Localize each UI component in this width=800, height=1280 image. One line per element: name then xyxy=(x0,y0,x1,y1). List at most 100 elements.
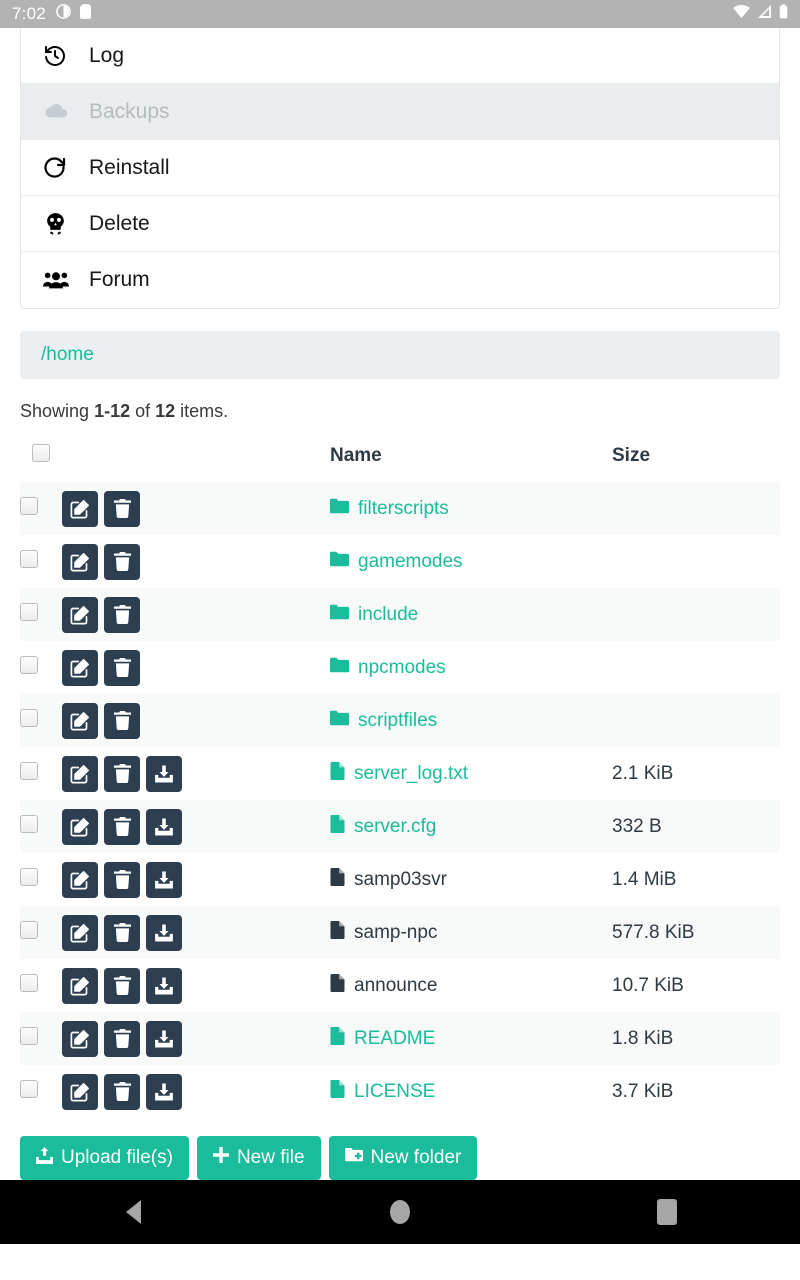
row-checkbox[interactable] xyxy=(20,497,38,515)
table-row[interactable]: npcmodes xyxy=(20,641,780,694)
row-select-cell xyxy=(20,800,62,853)
status-bar-clock: 7:02 xyxy=(12,4,46,23)
row-name-link[interactable]: gamemodes xyxy=(358,551,463,573)
home-button[interactable] xyxy=(360,1180,440,1244)
battery-icon xyxy=(779,4,788,24)
trash-icon[interactable] xyxy=(104,861,140,898)
download-icon[interactable] xyxy=(146,1073,182,1110)
refresh-icon xyxy=(43,156,77,180)
edit-icon[interactable] xyxy=(62,1020,98,1057)
table-row[interactable]: include xyxy=(20,588,780,641)
row-name-link[interactable]: samp03svr xyxy=(354,869,447,891)
row-select-cell xyxy=(20,588,62,641)
download-icon[interactable] xyxy=(146,861,182,898)
trash-icon[interactable] xyxy=(104,755,140,792)
trash-icon[interactable] xyxy=(104,1073,140,1110)
row-name-link[interactable]: filterscripts xyxy=(358,498,449,520)
row-actions-cell xyxy=(62,800,330,853)
row-checkbox[interactable] xyxy=(20,762,38,780)
row-name-link[interactable]: samp-npc xyxy=(354,922,437,944)
row-size-cell: 10.7 KiB xyxy=(612,974,684,996)
row-checkbox[interactable] xyxy=(20,815,38,833)
trash-icon[interactable] xyxy=(104,702,140,739)
table-header-row: Name Size xyxy=(20,436,780,482)
edit-icon[interactable] xyxy=(62,543,98,580)
trash-icon[interactable] xyxy=(104,543,140,580)
row-select-cell xyxy=(20,906,62,959)
trash-icon[interactable] xyxy=(104,1020,140,1057)
row-checkbox[interactable] xyxy=(20,550,38,568)
trash-icon[interactable] xyxy=(104,490,140,527)
download-icon[interactable] xyxy=(146,808,182,845)
folder-icon xyxy=(330,710,349,732)
edit-icon[interactable] xyxy=(62,1073,98,1110)
edit-icon[interactable] xyxy=(62,596,98,633)
menu-item-backups: Backups xyxy=(21,84,779,140)
row-checkbox[interactable] xyxy=(20,974,38,992)
row-name-link[interactable]: server_log.txt xyxy=(354,763,468,785)
row-name-link[interactable]: npcmodes xyxy=(358,657,446,679)
table-row[interactable]: server_log.txt 2.1 KiB xyxy=(20,747,780,800)
name-header[interactable]: Name xyxy=(330,436,612,482)
trash-icon[interactable] xyxy=(104,914,140,951)
back-triangle-icon xyxy=(125,1200,141,1224)
row-checkbox[interactable] xyxy=(20,921,38,939)
table-row[interactable]: samp03svr 1.4 MiB xyxy=(20,853,780,906)
row-actions-cell xyxy=(62,641,330,694)
select-all-checkbox[interactable] xyxy=(32,444,50,462)
row-checkbox[interactable] xyxy=(20,1027,38,1045)
row-name-link[interactable]: README xyxy=(354,1028,435,1050)
new-folder-button[interactable]: New folder xyxy=(328,1136,478,1180)
edit-icon[interactable] xyxy=(62,861,98,898)
edit-icon[interactable] xyxy=(62,914,98,951)
table-row[interactable]: filterscripts xyxy=(20,482,780,535)
new-file-button[interactable]: New file xyxy=(196,1136,321,1180)
download-icon[interactable] xyxy=(146,914,182,951)
row-name-link[interactable]: LICENSE xyxy=(354,1081,435,1103)
menu-item-delete[interactable]: Delete xyxy=(21,196,779,252)
android-status-bar: 7:02 xyxy=(0,0,800,28)
menu-item-log[interactable]: Log xyxy=(21,28,779,84)
table-row[interactable]: samp-npc 577.8 KiB xyxy=(20,906,780,959)
table-row[interactable]: scriptfiles xyxy=(20,694,780,747)
trash-icon[interactable] xyxy=(104,649,140,686)
table-row[interactable]: LICENSE 3.7 KiB xyxy=(20,1065,780,1118)
download-icon[interactable] xyxy=(146,967,182,1004)
row-name-link[interactable]: include xyxy=(358,604,418,626)
trash-icon[interactable] xyxy=(104,808,140,845)
row-select-cell xyxy=(20,959,62,1012)
table-row[interactable]: announce 10.7 KiB xyxy=(20,959,780,1012)
table-row[interactable]: server.cfg 332 B xyxy=(20,800,780,853)
row-checkbox[interactable] xyxy=(20,709,38,727)
row-checkbox[interactable] xyxy=(20,603,38,621)
back-button[interactable] xyxy=(93,1180,173,1244)
edit-icon[interactable] xyxy=(62,649,98,686)
table-row[interactable]: README 1.8 KiB xyxy=(20,1012,780,1065)
upload-files-button[interactable]: Upload file(s) xyxy=(20,1136,189,1180)
download-icon[interactable] xyxy=(146,1020,182,1057)
row-checkbox[interactable] xyxy=(20,656,38,674)
edit-icon[interactable] xyxy=(62,808,98,845)
row-size-cell: 3.7 KiB xyxy=(612,1080,674,1102)
size-header[interactable]: Size xyxy=(612,436,780,482)
row-checkbox[interactable] xyxy=(20,868,38,886)
row-name-link[interactable]: announce xyxy=(354,975,437,997)
showing-total: 12 xyxy=(155,401,176,421)
row-name-link[interactable]: scriptfiles xyxy=(358,710,437,732)
row-checkbox[interactable] xyxy=(20,1080,38,1098)
table-row[interactable]: gamemodes xyxy=(20,535,780,588)
menu-item-forum[interactable]: Forum xyxy=(21,252,779,308)
new-file-label: New file xyxy=(236,1147,305,1168)
row-name-link[interactable]: server.cfg xyxy=(354,816,436,838)
edit-icon[interactable] xyxy=(62,702,98,739)
trash-icon[interactable] xyxy=(104,967,140,1004)
recents-button[interactable] xyxy=(627,1180,707,1244)
trash-icon[interactable] xyxy=(104,596,140,633)
android-nav-bar xyxy=(0,1180,800,1244)
breadcrumb-link-home[interactable]: /home xyxy=(41,344,94,366)
menu-item-reinstall[interactable]: Reinstall xyxy=(21,140,779,196)
download-icon[interactable] xyxy=(146,755,182,792)
edit-icon[interactable] xyxy=(62,490,98,527)
edit-icon[interactable] xyxy=(62,967,98,1004)
edit-icon[interactable] xyxy=(62,755,98,792)
